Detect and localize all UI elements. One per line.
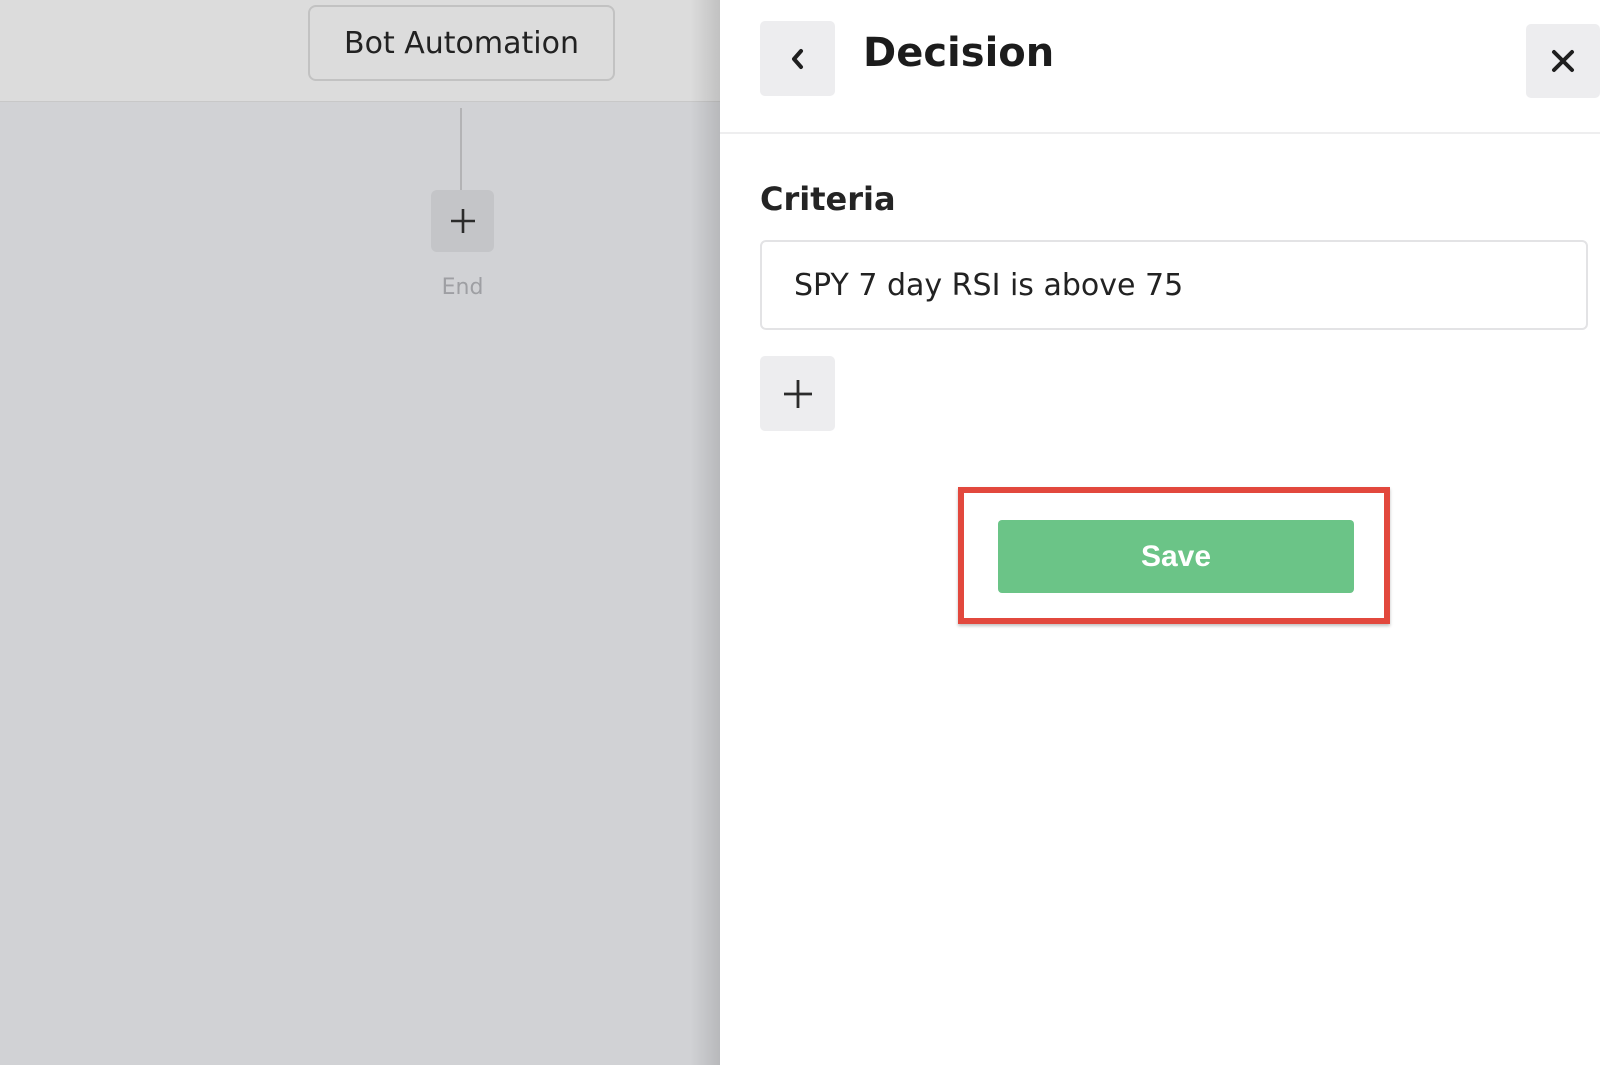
end-label: End bbox=[441, 275, 484, 300]
flow-connector bbox=[460, 108, 462, 190]
save-button[interactable]: Save bbox=[998, 520, 1354, 593]
add-criteria-button[interactable] bbox=[760, 356, 835, 431]
panel-shadow bbox=[690, 0, 720, 1065]
add-step-button[interactable] bbox=[431, 190, 494, 252]
close-icon bbox=[1552, 50, 1574, 72]
plus-icon bbox=[450, 209, 475, 233]
criteria-input[interactable] bbox=[760, 240, 1588, 330]
chevron-left-icon bbox=[791, 48, 803, 69]
workflow-canvas: Bot Automation End bbox=[0, 0, 720, 1065]
bot-automation-node[interactable]: Bot Automation bbox=[308, 5, 615, 81]
bot-node-label: Bot Automation bbox=[344, 25, 579, 61]
save-button-label: Save bbox=[1140, 539, 1212, 573]
close-button[interactable] bbox=[1526, 24, 1600, 98]
criteria-label: Criteria bbox=[760, 180, 896, 218]
panel-title: Decision bbox=[863, 30, 1055, 76]
decision-panel: Decision Criteria Save bbox=[720, 0, 1600, 1065]
back-button[interactable] bbox=[760, 21, 835, 96]
plus-icon bbox=[783, 379, 812, 408]
panel-header: Decision bbox=[720, 0, 1600, 134]
